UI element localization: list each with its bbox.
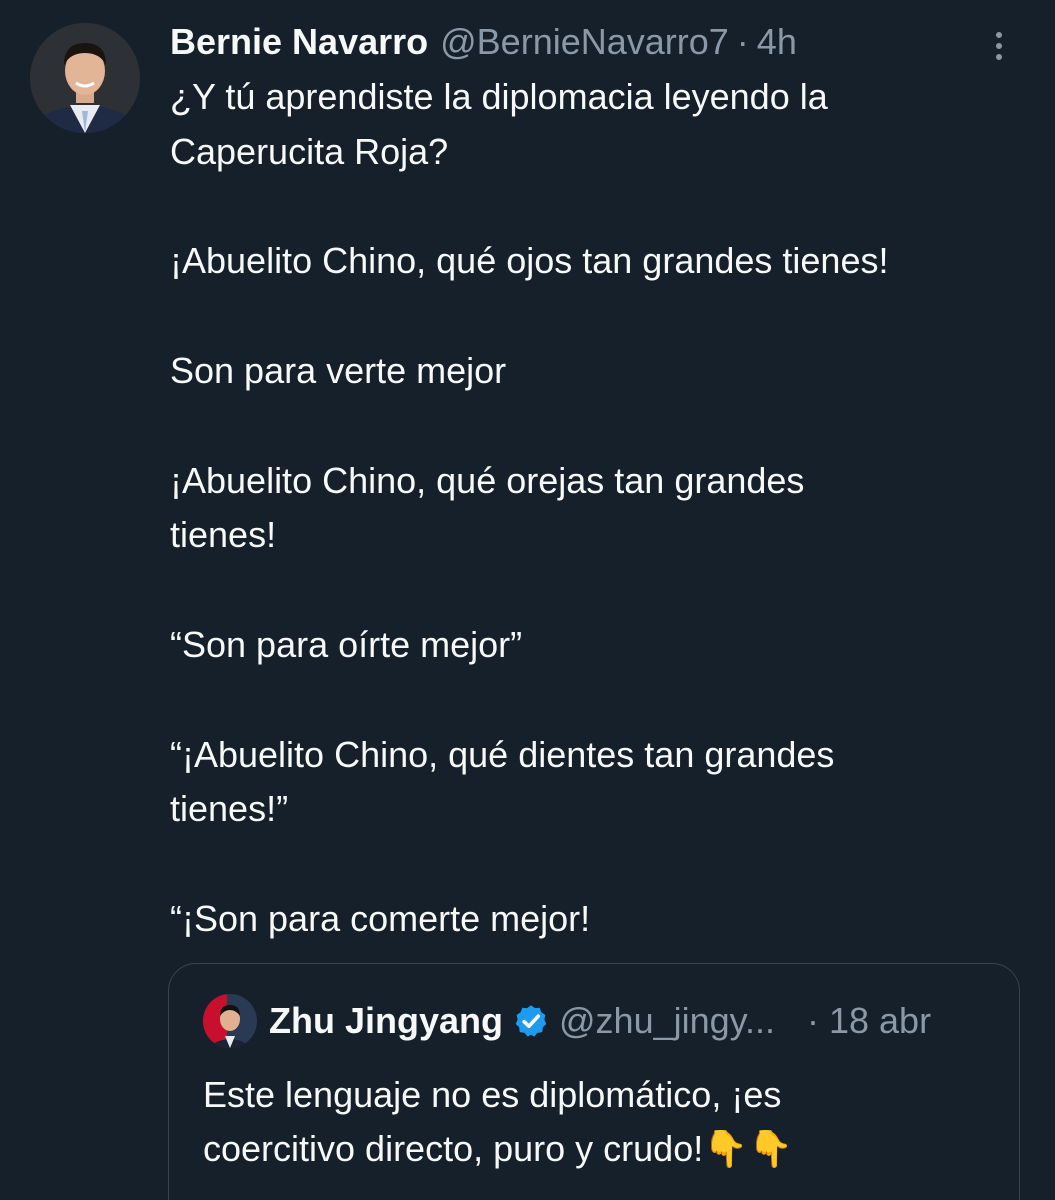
verified-badge-icon	[515, 1005, 547, 1037]
more-vertical-icon[interactable]	[984, 24, 1014, 68]
quoted-author-avatar-image	[203, 994, 257, 1048]
author-avatar-image	[30, 23, 140, 133]
quoted-author-handle[interactable]: @zhu_jingy...	[559, 1000, 775, 1042]
tweet-timestamp[interactable]: 4h	[757, 21, 797, 63]
quoted-tweet-card[interactable]: Zhu Jingyang @zhu_jingy... · 18 abr Este…	[168, 963, 1020, 1200]
quoted-tweet-text: Este lenguaje no es diplomático, ¡es coe…	[203, 1074, 793, 1169]
author-handle[interactable]: @BernieNavarro7	[440, 21, 729, 63]
tweet-text: ¿Y tú aprendiste la diplomacia leyendo l…	[170, 76, 889, 939]
tweet-header: Bernie Navarro @BernieNavarro7 · 4h	[170, 20, 797, 64]
author-avatar[interactable]	[30, 23, 140, 133]
quoted-tweet-header: Zhu Jingyang @zhu_jingy... · 18 abr	[269, 998, 989, 1044]
author-name[interactable]: Bernie Navarro	[170, 21, 428, 63]
quoted-author-avatar[interactable]	[203, 994, 257, 1048]
tweet[interactable]: Bernie Navarro @BernieNavarro7 · 4h ¿Y t…	[0, 0, 1055, 1200]
quoted-tweet-timestamp[interactable]: · 18 abr	[807, 1000, 931, 1042]
separator-dot: ·	[736, 21, 749, 62]
quoted-author-name[interactable]: Zhu Jingyang	[269, 1000, 503, 1042]
